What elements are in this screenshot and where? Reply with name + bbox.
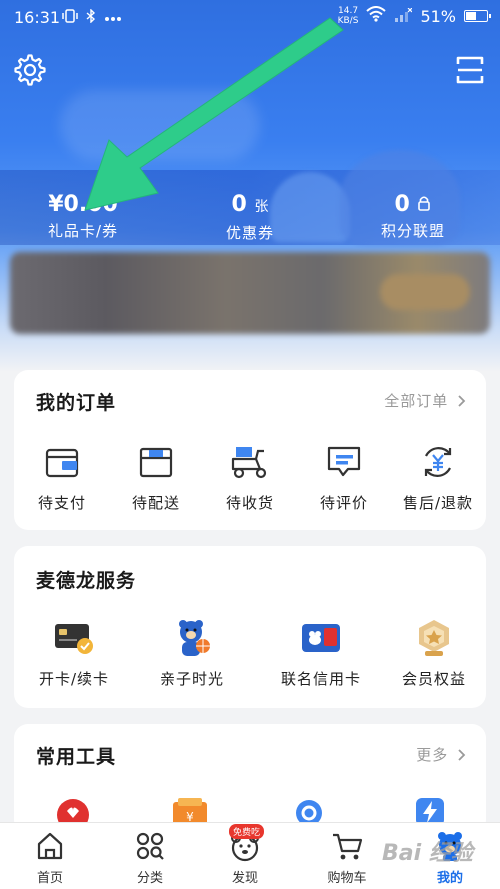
gift-card-stat[interactable]: ¥0.00 礼品卡/券 <box>8 192 158 241</box>
order-item-label: 待配送 <box>131 494 180 512</box>
order-after-sale[interactable]: 售后/退款 <box>398 440 478 513</box>
medal-icon <box>412 616 456 660</box>
category-icon <box>110 829 190 863</box>
comment-icon <box>322 440 366 484</box>
all-orders-label: 全部订单 <box>384 392 449 410</box>
member-card-icon <box>52 616 96 660</box>
service-item-label: 会员权益 <box>401 670 466 688</box>
package-icon <box>134 440 178 484</box>
points-stat[interactable]: 0 积分联盟 <box>338 192 488 241</box>
membership-banner[interactable] <box>10 252 490 334</box>
service-member-benefits[interactable]: 会员权益 <box>384 616 484 689</box>
points-label: 积分联盟 <box>380 222 445 240</box>
bear-balloon-icon <box>170 616 214 660</box>
service-item-label: 亲子时光 <box>159 670 224 688</box>
services-title: 麦德龙服务 <box>36 570 137 592</box>
services-card: 麦德龙服务 开卡/续卡 亲子时光 联名信用卡 会员权益 <box>14 546 486 708</box>
battery-icon <box>464 10 491 22</box>
chevron-right-icon <box>458 393 466 411</box>
wallet-icon <box>40 440 84 484</box>
wifi-icon <box>366 6 387 26</box>
order-item-label: 售后/退款 <box>402 494 474 512</box>
scan-icon[interactable] <box>452 52 488 88</box>
more-tools-link[interactable]: 更多 <box>416 744 466 765</box>
home-icon <box>10 829 90 863</box>
header-decoration <box>60 90 260 160</box>
tab-label: 分类 <box>136 871 163 886</box>
cart-icon <box>307 829 387 863</box>
settings-gear-icon[interactable] <box>12 52 48 88</box>
orders-card: 我的订单 全部订单 待支付 待配送 待收货 待评价 售后/退款 <box>14 370 486 530</box>
coupon-value: 0 <box>231 192 247 217</box>
tab-label: 首页 <box>36 871 63 886</box>
order-item-label: 待收货 <box>225 494 274 512</box>
tab-label: 购物车 <box>327 871 367 886</box>
order-item-label: 待评价 <box>319 494 368 512</box>
lock-icon <box>417 192 431 218</box>
tab-category[interactable]: 分类 <box>110 829 190 886</box>
network-speed-value: 14.7 <box>338 6 359 16</box>
tab-cart[interactable]: 购物车 <box>307 829 387 886</box>
battery-percent: 51% <box>420 6 456 26</box>
order-pending-delivery[interactable]: 待配送 <box>116 440 196 513</box>
order-pending-receipt[interactable]: 待收货 <box>210 440 290 513</box>
order-pending-payment[interactable]: 待支付 <box>22 440 102 513</box>
service-parent-child[interactable]: 亲子时光 <box>142 616 242 689</box>
refund-icon <box>416 440 460 484</box>
delivery-scooter-icon <box>228 440 272 484</box>
tab-home[interactable]: 首页 <box>10 829 90 886</box>
credit-card-icon <box>299 616 343 660</box>
service-item-label: 开卡/续卡 <box>38 670 110 688</box>
service-credit-card[interactable]: 联名信用卡 <box>266 616 376 689</box>
tab-label: 我的 <box>436 871 463 886</box>
network-speed: 14.7 KB/S <box>338 6 359 26</box>
service-card-renewal[interactable]: 开卡/续卡 <box>24 616 124 689</box>
watermark: Bai 经验 <box>382 841 473 866</box>
banner-button <box>380 274 470 310</box>
status-time: 16:31 <box>14 8 61 27</box>
service-item-label: 联名信用卡 <box>280 670 361 688</box>
gift-card-value: ¥0.00 <box>48 192 118 217</box>
bluetooth-icon <box>86 8 96 27</box>
tab-label: 发现 <box>231 871 258 886</box>
more-tools-label: 更多 <box>416 746 449 764</box>
gift-card-label: 礼品卡/券 <box>47 222 119 240</box>
coupon-label: 优惠券 <box>225 224 274 242</box>
tools-card: 常用工具 更多 ¥ <box>14 724 486 834</box>
coupon-stat[interactable]: 0 张 优惠券 <box>175 192 325 243</box>
order-item-label: 待支付 <box>37 494 86 512</box>
order-pending-review[interactable]: 待评价 <box>304 440 384 513</box>
more-dots-icon <box>104 11 122 26</box>
tools-title: 常用工具 <box>36 746 117 768</box>
coupon-unit: 张 <box>254 199 269 215</box>
chevron-right-icon <box>458 747 466 765</box>
all-orders-link[interactable]: 全部订单 <box>384 390 466 411</box>
points-value: 0 <box>394 192 410 217</box>
vibrate-icon <box>62 9 78 27</box>
orders-title: 我的订单 <box>36 392 117 414</box>
signal-icon <box>394 7 413 26</box>
status-bar: 16:31 14.7 KB/S 51% <box>0 0 500 34</box>
discover-badge: 免费吃 <box>229 824 265 839</box>
network-speed-unit: KB/S <box>337 16 359 26</box>
